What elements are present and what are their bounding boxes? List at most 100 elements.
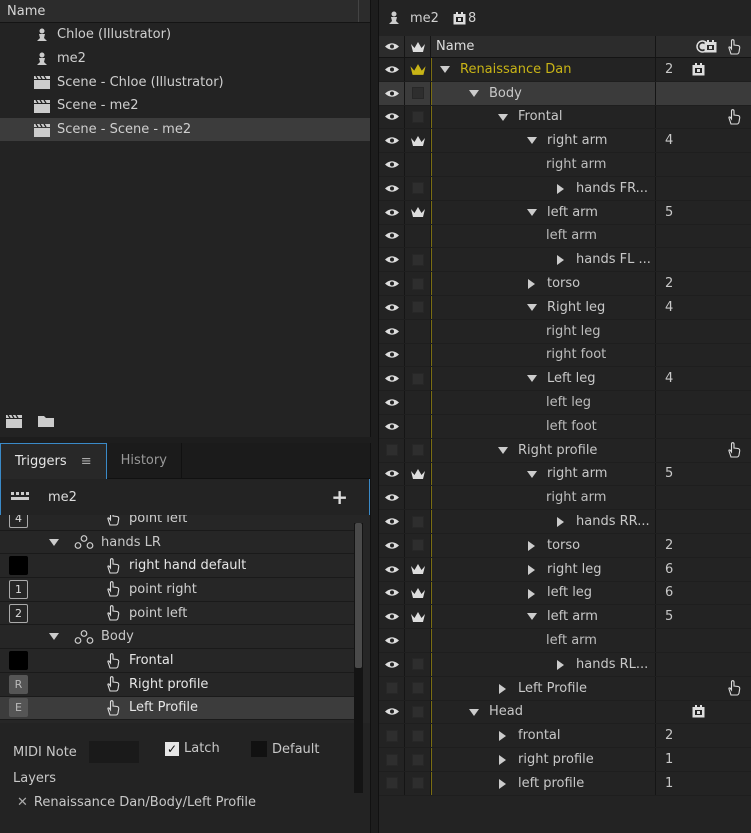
solo-cell[interactable] bbox=[405, 272, 431, 295]
eye-icon[interactable] bbox=[384, 374, 399, 383]
layer-name-cell[interactable]: right arm bbox=[432, 462, 656, 486]
layer-name-cell[interactable]: hands FL ... bbox=[432, 248, 656, 272]
solo-cell[interactable] bbox=[405, 367, 431, 391]
tab-triggers[interactable]: Triggers ≡ bbox=[0, 443, 107, 479]
collapsed-triangle-icon[interactable] bbox=[499, 755, 506, 766]
trigger-row[interactable]: 1 point right bbox=[0, 578, 354, 602]
layer-name-cell[interactable]: Body bbox=[432, 81, 656, 105]
hand-icon[interactable] bbox=[720, 677, 748, 700]
layer-name-cell[interactable]: hands FR... bbox=[432, 177, 656, 200]
visibility-toggle-off[interactable] bbox=[385, 753, 398, 766]
expand-triangle-icon[interactable] bbox=[527, 137, 537, 145]
layer-name-cell[interactable]: Right leg bbox=[432, 296, 656, 319]
eye-icon[interactable] bbox=[384, 517, 399, 526]
visibility-toggle-off[interactable] bbox=[385, 729, 398, 742]
visibility-cell[interactable] bbox=[379, 319, 405, 343]
trigger-list-scrollbar[interactable] bbox=[354, 523, 363, 793]
eye-icon[interactable] bbox=[384, 303, 399, 312]
solo-cell[interactable] bbox=[405, 438, 431, 462]
expand-triangle-icon[interactable] bbox=[440, 66, 450, 73]
layer-row[interactable]: Left Profile bbox=[379, 676, 751, 701]
layer-name-cell[interactable]: right arm bbox=[432, 486, 656, 510]
crown-icon[interactable] bbox=[410, 468, 425, 480]
solo-cell[interactable] bbox=[405, 200, 431, 224]
layer-row[interactable]: right leg bbox=[379, 319, 751, 344]
eye-icon[interactable] bbox=[384, 398, 399, 407]
trigger-row[interactable]: 4 point left bbox=[0, 515, 354, 531]
solo-cell[interactable] bbox=[405, 462, 431, 486]
solo-cell[interactable] bbox=[405, 653, 431, 676]
layer-name-cell[interactable]: Left leg bbox=[432, 367, 656, 391]
layer-name-cell[interactable]: Right profile bbox=[432, 438, 656, 462]
eye-icon[interactable] bbox=[384, 565, 399, 574]
layer-name-cell[interactable]: left arm bbox=[432, 224, 656, 248]
expand-triangle-icon[interactable] bbox=[527, 304, 537, 311]
solo-toggle[interactable] bbox=[411, 539, 424, 552]
layer-row[interactable]: torso 2 bbox=[379, 272, 751, 296]
eye-icon[interactable] bbox=[384, 422, 399, 431]
solo-cell[interactable] bbox=[405, 748, 431, 771]
collapse-triangle-icon[interactable] bbox=[49, 538, 59, 546]
trigger-key-badge[interactable] bbox=[9, 556, 28, 576]
layer-row[interactable]: right arm 5 bbox=[379, 462, 751, 487]
visibility-cell[interactable] bbox=[379, 58, 405, 81]
collapsed-triangle-icon[interactable] bbox=[557, 517, 564, 528]
layer-row[interactable]: torso 2 bbox=[379, 534, 751, 558]
visibility-cell[interactable] bbox=[379, 105, 405, 129]
crown-icon[interactable] bbox=[410, 206, 425, 218]
crown-icon[interactable] bbox=[410, 135, 425, 147]
layer-row[interactable]: hands FL ... bbox=[379, 248, 751, 273]
solo-cell[interactable] bbox=[405, 415, 431, 438]
trigger-key-badge[interactable]: 1 bbox=[9, 579, 28, 599]
visibility-cell[interactable] bbox=[379, 224, 405, 248]
project-item[interactable]: Scene - Scene - me2 bbox=[0, 117, 370, 142]
solo-toggle[interactable] bbox=[411, 658, 424, 671]
tab-history[interactable]: History bbox=[107, 443, 182, 479]
layer-name-cell[interactable]: right leg bbox=[432, 319, 656, 343]
default-checkbox[interactable] bbox=[251, 741, 267, 757]
solo-column-header[interactable] bbox=[405, 36, 431, 57]
eye-icon[interactable] bbox=[384, 707, 399, 716]
layer-row[interactable]: left arm bbox=[379, 224, 751, 249]
layer-row[interactable]: Head bbox=[379, 700, 751, 725]
solo-cell[interactable] bbox=[405, 105, 431, 129]
visibility-cell[interactable] bbox=[379, 81, 405, 105]
trigger-key-badge[interactable] bbox=[9, 651, 28, 671]
solo-cell[interactable] bbox=[405, 557, 431, 581]
solo-cell[interactable] bbox=[405, 129, 431, 153]
crown-icon[interactable] bbox=[410, 563, 425, 575]
visibility-cell[interactable] bbox=[379, 534, 405, 557]
solo-cell[interactable] bbox=[405, 391, 431, 414]
layer-row[interactable]: hands FR... bbox=[379, 177, 751, 201]
solo-cell[interactable] bbox=[405, 676, 431, 700]
layer-row[interactable]: right arm 4 bbox=[379, 129, 751, 154]
layer-name-cell[interactable]: Frontal bbox=[432, 105, 656, 129]
layer-row[interactable]: right leg 6 bbox=[379, 557, 751, 582]
layer-name-cell[interactable]: left leg bbox=[432, 581, 656, 605]
solo-cell[interactable] bbox=[405, 343, 431, 367]
hand-column-header[interactable] bbox=[720, 36, 748, 57]
latch-row[interactable]: ✓ Latch bbox=[165, 741, 220, 756]
eye-icon[interactable] bbox=[384, 136, 399, 145]
solo-toggle[interactable] bbox=[411, 682, 424, 695]
layer-name-cell[interactable]: hands RR... bbox=[432, 510, 656, 533]
expand-triangle-icon[interactable] bbox=[498, 113, 508, 121]
eye-icon[interactable] bbox=[384, 208, 399, 217]
solo-cell[interactable] bbox=[405, 534, 431, 557]
layer-name-cell[interactable]: left arm bbox=[432, 605, 656, 629]
trigger-row[interactable]: right hand default bbox=[0, 554, 354, 579]
eye-icon[interactable] bbox=[384, 255, 399, 264]
layer-name-cell[interactable]: left profile bbox=[432, 772, 656, 795]
solo-toggle[interactable] bbox=[411, 277, 424, 290]
layer-row[interactable]: left foot bbox=[379, 415, 751, 439]
layer-name-cell[interactable]: Left Profile bbox=[432, 676, 656, 700]
collapsed-triangle-icon[interactable] bbox=[528, 564, 535, 575]
layer-row[interactable]: left arm 5 bbox=[379, 605, 751, 630]
visibility-cell[interactable] bbox=[379, 438, 405, 462]
layer-row[interactable]: Right leg 4 bbox=[379, 296, 751, 320]
solo-cell[interactable] bbox=[405, 296, 431, 319]
visibility-cell[interactable] bbox=[379, 581, 405, 605]
layer-name-cell[interactable]: right leg bbox=[432, 557, 656, 581]
solo-cell[interactable] bbox=[405, 486, 431, 510]
solo-cell[interactable] bbox=[405, 510, 431, 533]
